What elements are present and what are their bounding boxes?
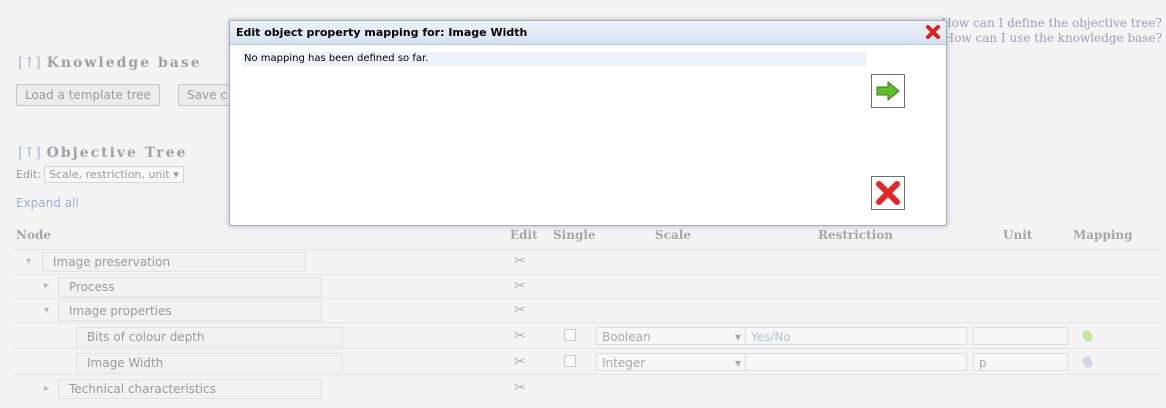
tree-node-bits-of-colour-depth[interactable]: Bits of colour depth — [76, 327, 343, 347]
row-divider — [14, 348, 1160, 349]
dialog-message: No mapping has been defined so far. — [242, 52, 866, 66]
single-checkbox[interactable] — [564, 355, 576, 367]
dialog-close-icon[interactable] — [925, 24, 941, 40]
chevron-down-icon: ▾ — [734, 356, 741, 370]
chevron-down-icon: ▾ — [173, 168, 179, 181]
knowledge-base-title-text: Knowledge base — [46, 55, 202, 71]
expand-triangle-icon[interactable]: ▸ — [44, 383, 49, 394]
unit-field[interactable]: p — [973, 353, 1068, 371]
edit-mode-select[interactable]: Scale, restriction, unit ▾ — [44, 166, 184, 183]
row-divider — [14, 298, 1160, 299]
scale-select[interactable]: Integer ▾ — [596, 353, 746, 371]
header-edit: Edit — [510, 228, 538, 242]
edit-mode-value: Scale, restriction, unit — [49, 168, 170, 181]
edit-tools-icon[interactable]: ✂ — [514, 278, 526, 294]
header-mapping: Mapping — [1073, 228, 1133, 242]
chevron-down-icon: ▾ — [734, 330, 741, 344]
confirm-button[interactable] — [871, 74, 905, 108]
tree-node-image-preservation[interactable]: Image preservation — [42, 252, 306, 272]
mapping-dialog: Edit object property mapping for: Image … — [229, 20, 947, 226]
mapping-tag-icon[interactable] — [1080, 354, 1095, 370]
tree-node-process[interactable]: Process — [58, 277, 322, 297]
arrow-right-icon — [876, 81, 900, 101]
restriction-field[interactable]: Yes/No — [745, 327, 967, 345]
expand-triangle-icon[interactable]: ▸ — [44, 280, 49, 291]
unit-field[interactable] — [973, 327, 1068, 345]
dialog-title: Edit object property mapping for: Image … — [230, 21, 946, 45]
objective-tree-title-text: Objective Tree — [46, 145, 188, 161]
row-divider — [14, 322, 1160, 323]
scale-value: Integer — [602, 356, 646, 370]
edit-mode-row: Edit: Scale, restriction, unit ▾ — [16, 166, 184, 183]
edit-tools-icon[interactable]: ✂ — [514, 302, 526, 318]
row-divider — [14, 274, 1160, 275]
header-restriction: Restriction — [818, 228, 893, 242]
mapping-tag-icon[interactable] — [1080, 328, 1095, 344]
restriction-field[interactable] — [745, 353, 967, 371]
tree-node-technical-characteristics[interactable]: Technical characteristics — [58, 379, 322, 399]
save-button[interactable]: Save c — [178, 84, 232, 106]
objective-tree-title: [↑] Objective Tree — [18, 145, 187, 161]
tree-node-image-width[interactable]: Image Width — [76, 353, 343, 373]
header-unit: Unit — [1003, 228, 1033, 242]
header-single: Single — [553, 228, 596, 242]
cancel-button[interactable] — [871, 176, 905, 210]
single-checkbox[interactable] — [564, 329, 576, 341]
help-link-define-tree[interactable]: How can I define the objective tree? — [941, 16, 1162, 31]
knowledge-base-title: [↑] Knowledge base — [18, 55, 202, 71]
red-x-icon — [876, 181, 900, 205]
row-divider — [14, 249, 1160, 250]
edit-tools-icon[interactable]: ✂ — [514, 253, 526, 269]
collapse-triangle-icon[interactable]: ▾ — [44, 305, 49, 316]
knowledge-base-collapse-toggle[interactable]: [↑] — [18, 55, 41, 71]
edit-tools-icon[interactable]: ✂ — [514, 328, 526, 344]
scale-value: Boolean — [602, 330, 651, 344]
objective-tree-collapse-toggle[interactable]: [↑] — [18, 145, 41, 161]
edit-mode-label: Edit: — [16, 168, 42, 181]
scale-select[interactable]: Boolean ▾ — [596, 327, 746, 345]
load-template-tree-button[interactable]: Load a template tree — [16, 84, 160, 106]
header-node: Node — [16, 228, 51, 242]
collapse-triangle-icon[interactable]: ▾ — [26, 256, 31, 267]
header-scale: Scale — [655, 228, 691, 242]
row-divider — [14, 374, 1160, 375]
expand-all-link[interactable]: Expand all — [16, 196, 79, 210]
tree-node-image-properties[interactable]: Image properties — [58, 301, 322, 321]
edit-tools-icon[interactable]: ✂ — [514, 354, 526, 370]
help-link-use-knowledge-base[interactable]: How can I use the knowledge base? — [944, 31, 1162, 46]
edit-tools-icon[interactable]: ✂ — [514, 380, 526, 396]
